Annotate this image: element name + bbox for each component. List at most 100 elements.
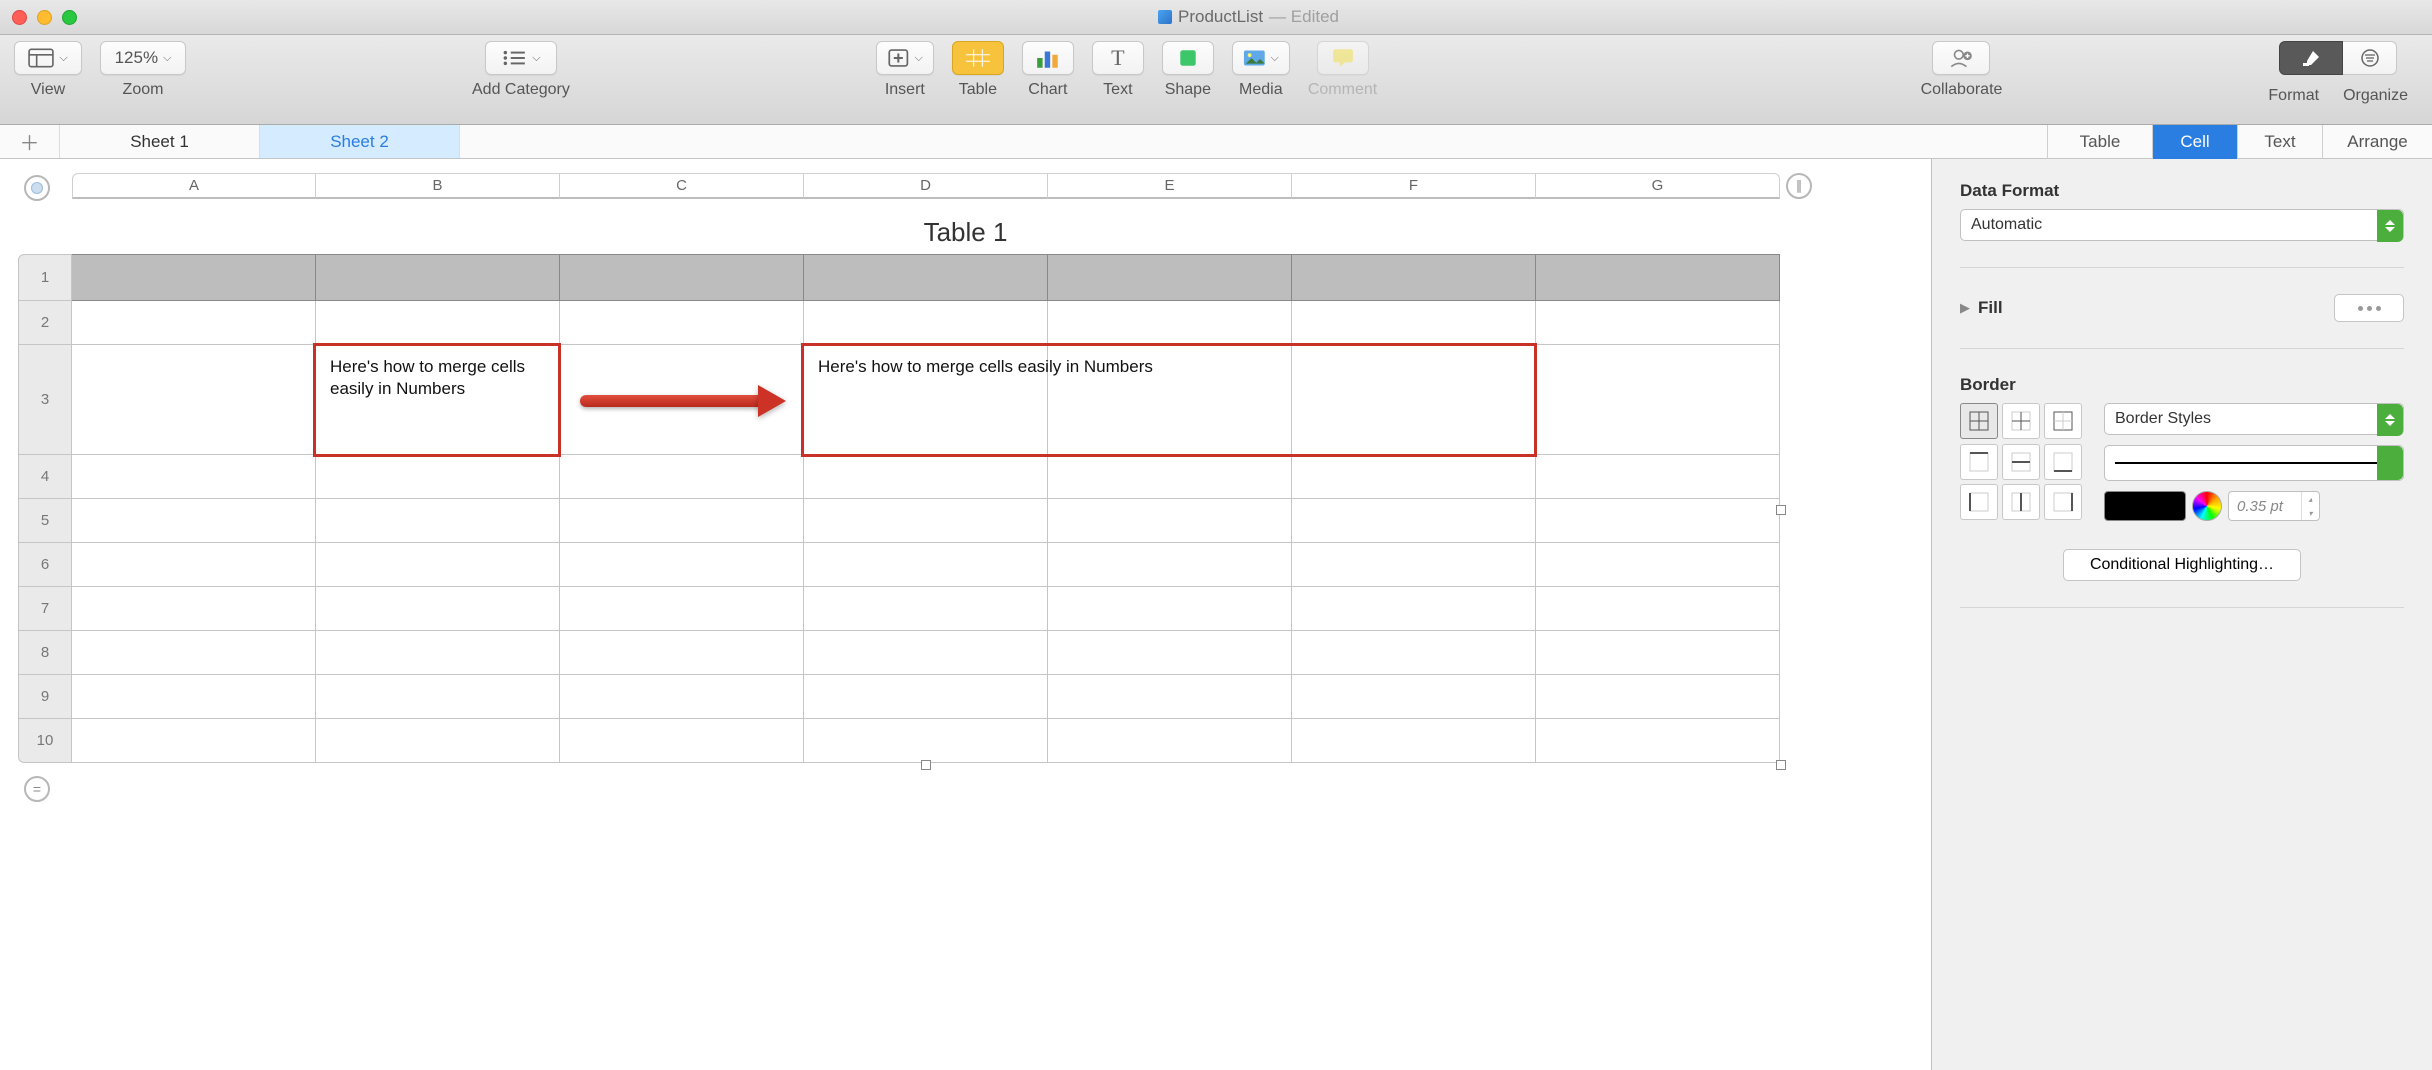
cell[interactable] bbox=[72, 675, 316, 719]
column-header[interactable]: D bbox=[804, 173, 1048, 199]
cell[interactable] bbox=[316, 587, 560, 631]
cell[interactable] bbox=[1048, 719, 1292, 763]
inspector-tab-text[interactable]: Text bbox=[2237, 125, 2322, 159]
cell[interactable] bbox=[1292, 345, 1536, 455]
cell[interactable] bbox=[72, 543, 316, 587]
border-hcenter[interactable] bbox=[2002, 444, 2040, 480]
view-button[interactable]: ⌵ bbox=[14, 41, 82, 75]
disclosure-triangle-icon[interactable]: ▶ bbox=[1960, 300, 1970, 316]
add-sheet-button[interactable]: ＋ bbox=[0, 125, 60, 158]
cell[interactable] bbox=[72, 499, 316, 543]
comment-button[interactable] bbox=[1317, 41, 1369, 75]
data-format-select[interactable]: Automatic bbox=[1960, 209, 2404, 241]
cell[interactable] bbox=[1292, 301, 1536, 345]
border-outside[interactable] bbox=[2044, 403, 2082, 439]
border-inside[interactable] bbox=[2002, 403, 2040, 439]
cell[interactable] bbox=[1048, 301, 1292, 345]
cell[interactable] bbox=[1536, 499, 1780, 543]
row-header[interactable]: 7 bbox=[18, 587, 72, 631]
cell[interactable] bbox=[1536, 719, 1780, 763]
border-styles-select[interactable]: Border Styles bbox=[2104, 403, 2404, 435]
organize-button[interactable] bbox=[2343, 41, 2397, 75]
minimize-window-button[interactable] bbox=[37, 10, 52, 25]
cell[interactable] bbox=[72, 631, 316, 675]
row-header[interactable]: 1 bbox=[18, 254, 72, 301]
row-header[interactable]: 9 bbox=[18, 675, 72, 719]
cell[interactable] bbox=[804, 631, 1048, 675]
fill-options-button[interactable] bbox=[2334, 294, 2404, 322]
border-vcenter[interactable] bbox=[2002, 484, 2040, 520]
shape-button[interactable] bbox=[1162, 41, 1214, 75]
cell[interactable] bbox=[1536, 455, 1780, 499]
cell[interactable] bbox=[804, 301, 1048, 345]
cell[interactable] bbox=[804, 543, 1048, 587]
cell[interactable] bbox=[1292, 254, 1536, 301]
text-button[interactable]: T bbox=[1092, 41, 1144, 75]
cell[interactable] bbox=[560, 455, 804, 499]
close-window-button[interactable] bbox=[12, 10, 27, 25]
column-header[interactable]: B bbox=[316, 173, 560, 199]
cell[interactable] bbox=[804, 455, 1048, 499]
border-top[interactable] bbox=[1960, 444, 1998, 480]
cell[interactable] bbox=[560, 254, 804, 301]
spreadsheet-canvas[interactable]: ABCDEFG ∥ Table 1 12345678910 Here's how… bbox=[0, 159, 1932, 1070]
cell[interactable] bbox=[1536, 254, 1780, 301]
cell[interactable] bbox=[1292, 543, 1536, 587]
cell[interactable] bbox=[1536, 301, 1780, 345]
add-column-handle[interactable]: ∥ bbox=[1786, 173, 1812, 199]
border-width-field[interactable]: 0.35 pt ▴▾ bbox=[2228, 491, 2320, 521]
selection-handle[interactable] bbox=[921, 760, 931, 770]
cell[interactable] bbox=[316, 675, 560, 719]
cell[interactable] bbox=[316, 455, 560, 499]
conditional-highlighting-button[interactable]: Conditional Highlighting… bbox=[2063, 549, 2301, 581]
sheet-tab-1[interactable]: Sheet 1 bbox=[60, 125, 260, 158]
cell[interactable] bbox=[1536, 675, 1780, 719]
cell[interactable] bbox=[316, 499, 560, 543]
row-header[interactable]: 4 bbox=[18, 455, 72, 499]
cell[interactable] bbox=[804, 675, 1048, 719]
zoom-button[interactable]: 125% ⌵ bbox=[100, 41, 186, 75]
cell[interactable] bbox=[1048, 499, 1292, 543]
cell[interactable] bbox=[72, 301, 316, 345]
cell[interactable] bbox=[560, 675, 804, 719]
cell[interactable] bbox=[72, 587, 316, 631]
row-extend-handle[interactable]: = bbox=[24, 776, 50, 802]
cell[interactable] bbox=[72, 455, 316, 499]
cell[interactable] bbox=[72, 254, 316, 301]
cell[interactable] bbox=[560, 345, 804, 455]
cell[interactable] bbox=[804, 587, 1048, 631]
cell[interactable] bbox=[1048, 631, 1292, 675]
table-button[interactable] bbox=[952, 41, 1004, 75]
cell[interactable] bbox=[560, 631, 804, 675]
cell[interactable] bbox=[1048, 543, 1292, 587]
sheet-tab-2[interactable]: Sheet 2 bbox=[260, 125, 460, 158]
cell[interactable] bbox=[1536, 543, 1780, 587]
add-category-button[interactable]: ⌵ bbox=[485, 41, 557, 75]
cell[interactable] bbox=[1292, 499, 1536, 543]
row-header[interactable]: 5 bbox=[18, 499, 72, 543]
cell[interactable] bbox=[804, 499, 1048, 543]
inspector-tab-cell[interactable]: Cell bbox=[2152, 125, 2237, 159]
column-header[interactable]: E bbox=[1048, 173, 1292, 199]
column-header[interactable]: G bbox=[1536, 173, 1780, 199]
cell[interactable] bbox=[72, 719, 316, 763]
border-left[interactable] bbox=[1960, 484, 1998, 520]
cell[interactable] bbox=[1048, 455, 1292, 499]
border-all[interactable] bbox=[1960, 403, 1998, 439]
selection-handle[interactable] bbox=[1776, 505, 1786, 515]
column-header[interactable]: F bbox=[1292, 173, 1536, 199]
table-title[interactable]: Table 1 bbox=[18, 217, 1913, 248]
cell[interactable] bbox=[560, 499, 804, 543]
cell[interactable] bbox=[316, 301, 560, 345]
stepper-icon[interactable]: ▴▾ bbox=[2301, 492, 2319, 520]
inspector-tab-arrange[interactable]: Arrange bbox=[2322, 125, 2432, 159]
table-selector-handle[interactable] bbox=[24, 175, 50, 201]
color-picker-button[interactable] bbox=[2192, 491, 2222, 521]
cell[interactable] bbox=[1292, 455, 1536, 499]
format-button[interactable] bbox=[2279, 41, 2343, 75]
row-header[interactable]: 6 bbox=[18, 543, 72, 587]
selection-handle[interactable] bbox=[1776, 760, 1786, 770]
border-bottom[interactable] bbox=[2044, 444, 2082, 480]
media-button[interactable]: ⌵ bbox=[1232, 41, 1290, 75]
spreadsheet-grid[interactable]: 12345678910 bbox=[18, 254, 1913, 763]
